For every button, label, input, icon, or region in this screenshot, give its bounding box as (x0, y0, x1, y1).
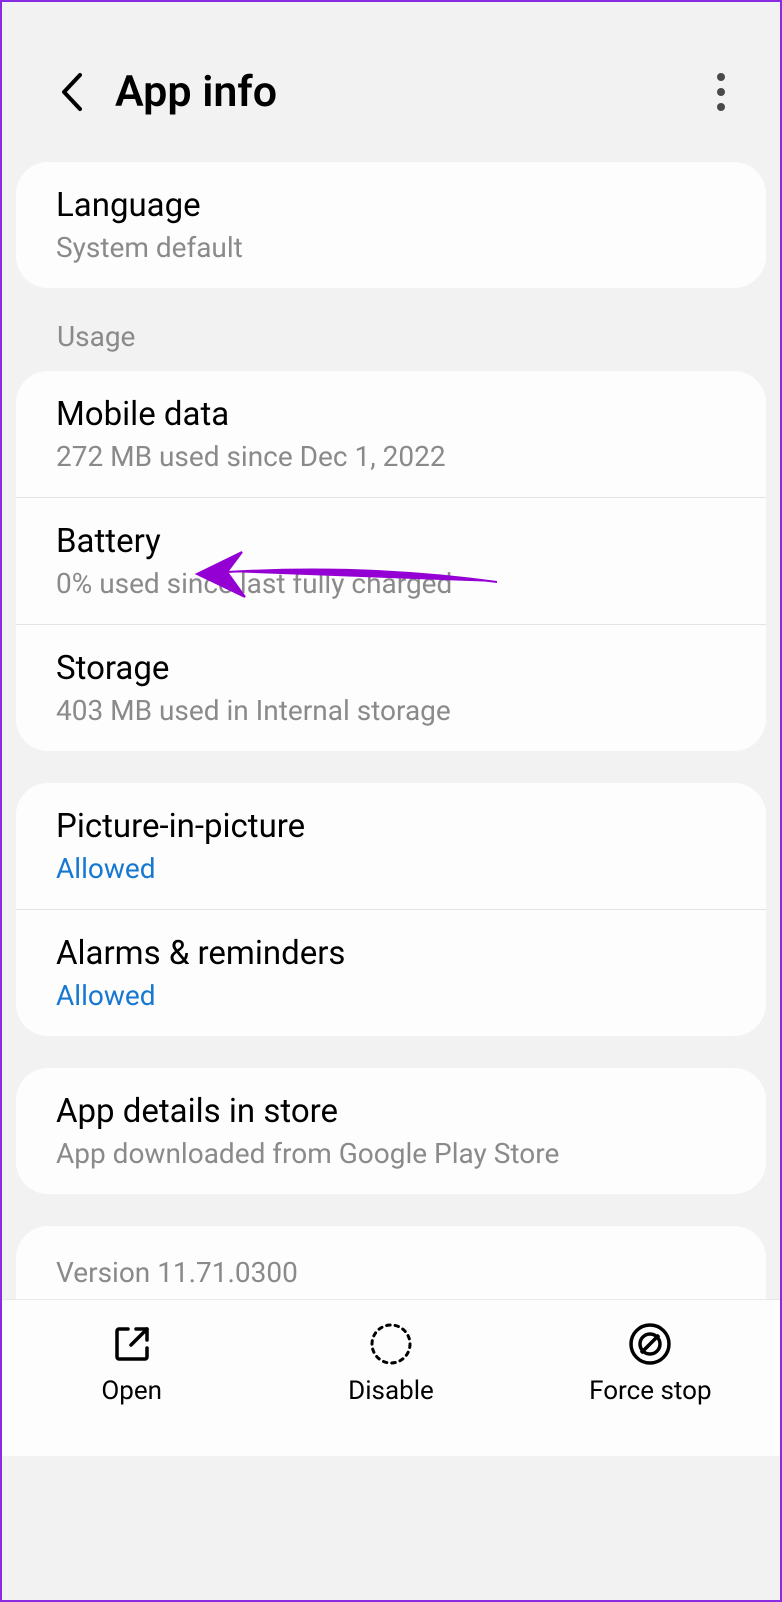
permissions-card: Picture-in-picture Allowed Alarms & remi… (16, 783, 766, 1036)
open-label: Open (101, 1376, 162, 1406)
open-icon (111, 1323, 153, 1365)
usage-section-label: Usage (2, 320, 780, 371)
alarms-subtitle: Allowed (56, 979, 726, 1012)
pip-title: Picture-in-picture (56, 807, 726, 846)
force-stop-label: Force stop (589, 1376, 711, 1406)
store-title: App details in store (56, 1092, 726, 1131)
disable-button[interactable]: Disable (261, 1300, 520, 1426)
open-button[interactable]: Open (2, 1300, 261, 1426)
more-button[interactable] (697, 68, 745, 116)
usage-card: Mobile data 272 MB used since Dec 1, 202… (16, 371, 766, 751)
language-subtitle: System default (56, 231, 726, 264)
storage-subtitle: 403 MB used in Internal storage (56, 694, 726, 727)
alarms-title: Alarms & reminders (56, 934, 726, 973)
chevron-left-icon (58, 71, 84, 113)
store-row[interactable]: App details in store App downloaded from… (16, 1068, 766, 1194)
force-stop-button[interactable]: Force stop (521, 1300, 780, 1426)
language-row[interactable]: Language System default (16, 162, 766, 288)
battery-title: Battery (56, 522, 726, 561)
alarms-row[interactable]: Alarms & reminders Allowed (16, 909, 766, 1036)
store-card: App details in store App downloaded from… (16, 1068, 766, 1194)
disable-icon (369, 1322, 413, 1366)
mobile-data-subtitle: 272 MB used since Dec 1, 2022 (56, 440, 726, 473)
store-subtitle: App downloaded from Google Play Store (56, 1137, 726, 1170)
page-title: App info (115, 67, 697, 117)
force-stop-icon (628, 1322, 672, 1366)
disable-label: Disable (348, 1376, 434, 1406)
battery-row[interactable]: Battery 0% used since last fully charged (16, 497, 766, 624)
language-card: Language System default (16, 162, 766, 288)
storage-title: Storage (56, 649, 726, 688)
pip-subtitle: Allowed (56, 852, 726, 885)
pip-row[interactable]: Picture-in-picture Allowed (16, 783, 766, 909)
back-button[interactable] (47, 68, 95, 116)
more-vertical-icon (716, 72, 726, 112)
mobile-data-row[interactable]: Mobile data 272 MB used since Dec 1, 202… (16, 371, 766, 497)
version-card: Version 11.71.0300 (16, 1226, 766, 1299)
version-text: Version 11.71.0300 (56, 1256, 726, 1289)
storage-row[interactable]: Storage 403 MB used in Internal storage (16, 624, 766, 751)
battery-subtitle: 0% used since last fully charged (56, 567, 726, 600)
language-title: Language (56, 186, 726, 225)
mobile-data-title: Mobile data (56, 395, 726, 434)
bottom-action-bar: Open Disable Force stop (2, 1299, 780, 1456)
header: App info (2, 2, 780, 162)
